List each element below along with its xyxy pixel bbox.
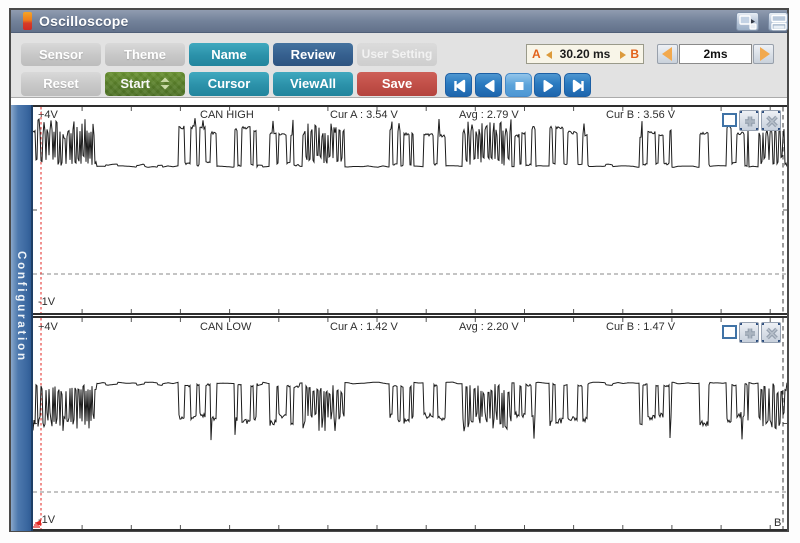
svg-text:B: B bbox=[774, 517, 781, 529]
